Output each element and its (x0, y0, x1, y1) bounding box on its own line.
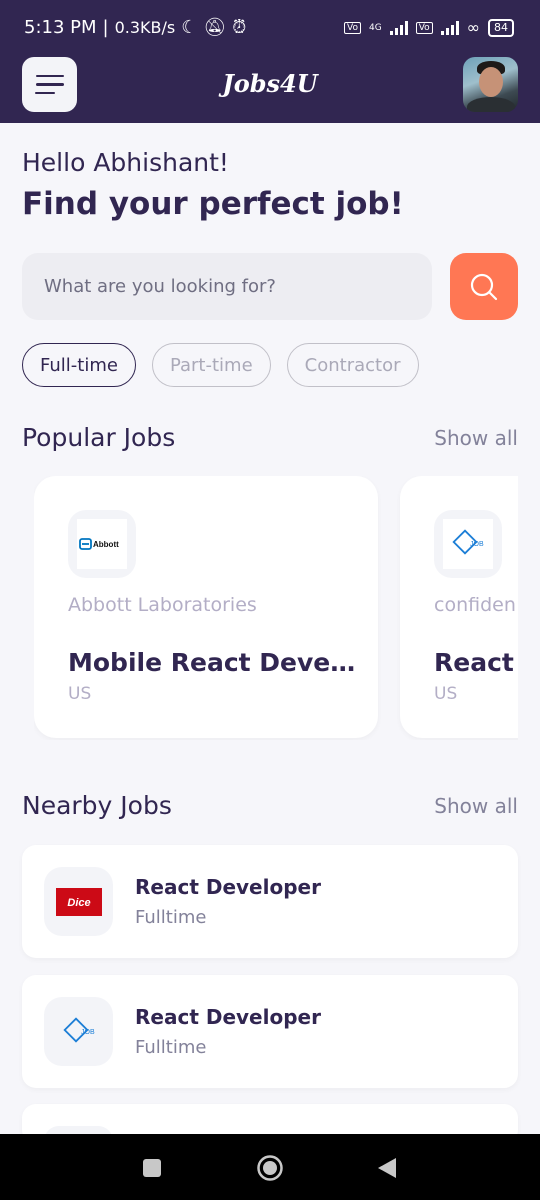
company-logo: JOB (434, 510, 502, 578)
search-button[interactable] (450, 253, 518, 320)
popular-jobs-title: Popular Jobs (22, 423, 176, 452)
signal-icon-2 (440, 20, 459, 35)
tab-full-time[interactable]: Full-time (22, 343, 136, 387)
alarm-icon: ⏰︎ (232, 17, 247, 38)
avatar-body (467, 97, 515, 112)
company-logo: Abbott (68, 510, 136, 578)
volte-icon-2: Vo (415, 21, 433, 34)
signal-icon-1 (389, 20, 408, 35)
job-title: React Developer (135, 1005, 321, 1029)
job-type: Fulltime (135, 1037, 207, 1058)
app-title: Jobs4U (222, 69, 318, 98)
triangle-back-icon (378, 1158, 396, 1178)
nearby-job-card[interactable]: JOB React Developer Fulltime (22, 975, 518, 1088)
status-left: 5:13 PM | 0.3KB/s ☾ 🔕︎ ⏰︎ (24, 17, 246, 38)
job-type-tabs: Full-time Part-time Contractor (22, 343, 419, 387)
job-logo-icon: JOB (62, 1016, 95, 1043)
popular-job-card[interactable]: JOB confiden React D US (400, 476, 518, 738)
network-speed: 0.3KB/s (114, 18, 176, 37)
job-title: React D (434, 648, 518, 677)
home-button[interactable] (256, 1154, 284, 1186)
svg-text:JOB: JOB (470, 541, 484, 548)
job-logo-mark: JOB (452, 529, 484, 555)
mute-icon: 🔕︎ (203, 17, 227, 38)
status-right: Vo 4G Vo ∞ 84 (344, 18, 514, 37)
greeting-text: Hello Abhishant! (22, 148, 229, 177)
svg-text:Dice: Dice (67, 897, 90, 909)
nearby-jobs-title: Nearby Jobs (22, 791, 172, 820)
back-button[interactable] (376, 1156, 398, 1184)
company-name: Abbott Laboratories (68, 594, 257, 616)
battery-icon: 84 (488, 18, 514, 37)
job-title: Mobile React Develo... (68, 648, 358, 677)
avatar-face (479, 67, 503, 97)
company-logo: JOB (44, 997, 113, 1066)
abbott-logo-mark: Abbott (79, 538, 119, 550)
app-header: Jobs4U (0, 55, 540, 123)
job-location: US (434, 684, 458, 704)
popular-jobs-carousel[interactable]: Abbott Abbott Laboratories Mobile React … (34, 476, 518, 740)
volte-icon: Vo (344, 21, 361, 34)
popular-show-all-link[interactable]: Show all (434, 426, 518, 450)
dice-logo-icon: Dice (55, 887, 102, 916)
job-location: US (68, 684, 92, 704)
nearby-show-all-link[interactable]: Show all (434, 794, 518, 818)
abbott-logo-icon: Abbott (77, 519, 127, 569)
moon-icon: ☾ (181, 17, 198, 38)
svg-text:JOB: JOB (81, 1029, 95, 1036)
recents-button[interactable] (142, 1158, 162, 1182)
svg-text:Abbott: Abbott (93, 540, 119, 549)
nearby-job-card[interactable]: Dice React Developer Fulltime (22, 845, 518, 958)
company-logo: Dice (44, 867, 113, 936)
square-icon (143, 1159, 161, 1177)
search-input[interactable] (22, 253, 432, 320)
popular-job-card[interactable]: Abbott Abbott Laboratories Mobile React … (34, 476, 378, 738)
job-type: Fulltime (135, 907, 207, 928)
hotspot-icon: ∞ (466, 18, 480, 37)
page-headline: Find your perfect job! (22, 186, 404, 222)
status-separator: | (102, 17, 109, 38)
network-type: 4G (369, 22, 382, 33)
company-name: confiden (434, 594, 516, 616)
search-icon (470, 273, 498, 300)
circle-icon (257, 1155, 283, 1181)
tab-contractor[interactable]: Contractor (286, 343, 419, 387)
tab-part-time[interactable]: Part-time (151, 343, 271, 387)
system-nav-bar (0, 1134, 540, 1200)
status-time: 5:13 PM (24, 17, 97, 38)
job-logo-icon: JOB (443, 519, 493, 569)
status-bar: 5:13 PM | 0.3KB/s ☾ 🔕︎ ⏰︎ Vo 4G Vo ∞ 84 (0, 0, 540, 55)
job-title: React Developer (135, 875, 321, 899)
profile-avatar[interactable] (463, 57, 518, 112)
